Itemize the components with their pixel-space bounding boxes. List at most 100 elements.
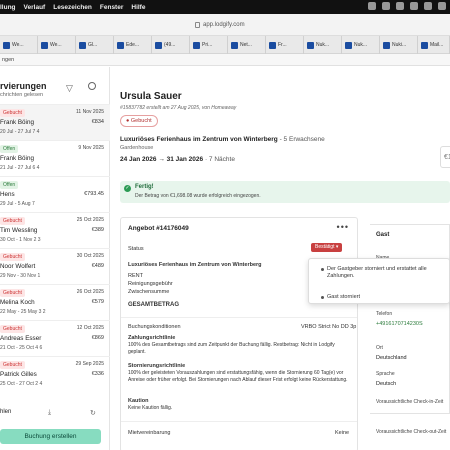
- create-booking-button[interactable]: Buchung erstellen: [0, 429, 101, 444]
- item-meta: 21 Jul - 27 Jul 6 4: [0, 165, 40, 171]
- list-footer: hlen ⤓ ↻: [0, 407, 110, 421]
- success-text: Der Betrag von €1,698.08 wurde erfolgrei…: [135, 193, 261, 199]
- language-value: Deutsch: [376, 381, 397, 387]
- item-price: €869: [91, 335, 104, 341]
- browser-tab[interactable]: (49...: [152, 36, 190, 54]
- language-label: Sprache: [376, 371, 395, 377]
- city-value: Deutschland: [376, 355, 407, 361]
- menu-item[interactable]: Verlauf: [24, 4, 46, 11]
- reservation-item[interactable]: Offen 9 Nov 2025 Frank Böing 21 Jul - 27…: [0, 140, 110, 176]
- refresh-icon[interactable]: ↻: [90, 409, 96, 417]
- search-icon[interactable]: [88, 82, 96, 90]
- reservation-item[interactable]: Gebucht 26 Oct 2025 Melina Koch €579 22 …: [0, 284, 110, 320]
- status-icon[interactable]: [368, 2, 376, 10]
- status-dropdown[interactable]: Bestätigt ▾: [311, 243, 343, 252]
- reservation-item[interactable]: Gebucht 11 Nov 2025 Frank Böing €834 20 …: [0, 104, 110, 140]
- item-price: €489: [91, 263, 104, 269]
- browser-tab[interactable]: Nuki...: [380, 36, 418, 54]
- url-text: app.lodgify.com: [203, 22, 245, 28]
- browser-tab[interactable]: Fr...: [266, 36, 304, 54]
- bullet-icon: [321, 268, 324, 271]
- browser-tabs: We... We... Gl... Ede... (49... Pri... N…: [0, 36, 450, 54]
- cancellation-section: Stornierungsrichtlinie 100% der geleistet…: [128, 363, 348, 383]
- browser-tab[interactable]: Nuk...: [342, 36, 380, 54]
- favicon-icon: [383, 41, 390, 49]
- app-window: llung Verlauf Lesezeichen Fenster Hilfe …: [0, 0, 450, 450]
- status-icon[interactable]: [438, 2, 446, 10]
- guest-name: Noor Wolfert: [0, 263, 36, 270]
- browser-tab[interactable]: Mail...: [418, 36, 450, 54]
- guest-name: Andreas Esser: [0, 335, 42, 342]
- phone-value[interactable]: +4916170714230S: [376, 321, 423, 327]
- cleaning-label: Reinigungsgebühr: [128, 281, 173, 287]
- menu-item[interactable]: llung: [0, 4, 16, 11]
- guest-name: Hens: [0, 191, 15, 198]
- favicon-icon: [79, 41, 86, 49]
- rent-label: RENT: [128, 273, 143, 279]
- download-icon[interactable]: ⤓: [48, 409, 51, 417]
- browser-tab[interactable]: We...: [38, 36, 76, 54]
- browser-tab[interactable]: Nuk...: [304, 36, 342, 54]
- footer-label[interactable]: hlen: [0, 409, 11, 415]
- item-meta: 20 Jul - 27 Jul 7 4: [0, 129, 40, 135]
- filter-icon[interactable]: ▽: [66, 83, 73, 94]
- phone-label: Telefon: [376, 311, 393, 317]
- item-meta: 25 Oct - 27 Oct 2 4: [0, 381, 43, 387]
- menu-item[interactable]: Hilfe: [131, 4, 145, 11]
- status-icon[interactable]: [382, 2, 390, 10]
- item-price: €389: [91, 227, 104, 233]
- city-label: Ort: [376, 345, 383, 351]
- option-guest-cancels[interactable]: Gast storniert: [321, 294, 360, 301]
- reservation-item[interactable]: Gebucht 29 Sep 2025 Patrick Gilles €336 …: [0, 356, 110, 392]
- reservation-item[interactable]: Gebucht 25 Oct 2025 Tim Wessling €389 30…: [0, 212, 110, 248]
- status-badge: Gebucht: [0, 361, 25, 369]
- status-icon[interactable]: [396, 2, 404, 10]
- total-label: GESAMTBETRAG: [128, 302, 179, 308]
- menu-item[interactable]: Lesezeichen: [53, 4, 92, 11]
- guest-card: Gast Name Telefon +4916170714230S Ort De…: [370, 224, 450, 414]
- guest-card-title: Gast: [376, 232, 390, 238]
- offer-title: Angebot #14176049: [128, 225, 189, 232]
- option-host-cancels[interactable]: Der Gastgeber storniert und erstattet al…: [321, 266, 442, 280]
- status-icon[interactable]: [410, 2, 418, 10]
- status-pill[interactable]: ● Gebucht: [120, 115, 158, 127]
- browser-toolbar: app.lodgify.com: [0, 14, 450, 36]
- reservation-list: Gebucht 11 Nov 2025 Frank Böing €834 20 …: [0, 104, 110, 392]
- status-badge: Gebucht: [0, 289, 25, 297]
- browser-tab[interactable]: Ede...: [114, 36, 152, 54]
- guest-name: Melina Koch: [0, 299, 35, 306]
- item-price: €579: [91, 299, 104, 305]
- item-meta: 29 Nov - 30 Nov 1: [0, 273, 41, 279]
- item-meta: 22 May - 25 May 3 2: [0, 309, 46, 315]
- reservations-subtitle: chrichten gelesen: [0, 92, 44, 98]
- menu-item[interactable]: Fenster: [100, 4, 123, 11]
- browser-tab[interactable]: Pri...: [190, 36, 228, 54]
- conditions-value: VRBO Strict No DD 3p: [301, 324, 357, 330]
- more-icon[interactable]: •••: [337, 222, 349, 232]
- property-name: Luxuriöses Ferienhaus im Zentrum von Win…: [120, 136, 325, 143]
- stay-dates: 24 Jan 2026 → 31 Jan 2026 · 7 Nächte: [120, 156, 235, 163]
- reservation-item[interactable]: Gebucht 12 Oct 2025 Andreas Esser €869 2…: [0, 320, 110, 356]
- rental-agreement-value: Keine: [335, 430, 350, 436]
- guest-name: Patrick Gilles: [0, 371, 37, 378]
- item-date: 30 Oct 2025: [76, 253, 104, 259]
- success-title: Fertig!: [135, 184, 154, 190]
- favicon-icon: [269, 41, 276, 49]
- status-icon[interactable]: [424, 2, 432, 10]
- checkout-label: Voraussichtliche Check-out-Zeit: [376, 429, 447, 435]
- browser-tab[interactable]: Net...: [228, 36, 266, 54]
- bookmarks-bar: ngen: [0, 54, 450, 66]
- unit-name: Gardenhouse: [120, 145, 154, 151]
- favicon-icon: [345, 41, 352, 49]
- bullet-icon: [321, 296, 324, 299]
- booking-id: #15837782 erstellt am 27 Aug 2025, von H…: [120, 105, 237, 111]
- reservations-header: rvierungen chrichten gelesen ▽: [0, 77, 110, 101]
- bookmark-label[interactable]: ngen: [2, 57, 14, 63]
- favicon-icon: [41, 41, 48, 49]
- reservation-item[interactable]: Offen Hens €793.45 29 Jul - 5 Aug 7: [0, 176, 110, 212]
- reservation-item[interactable]: Gebucht 30 Oct 2025 Noor Wolfert €489 29…: [0, 248, 110, 284]
- browser-tab[interactable]: We...: [0, 36, 38, 54]
- browser-tab[interactable]: Gl...: [76, 36, 114, 54]
- address-bar[interactable]: app.lodgify.com: [195, 19, 285, 31]
- guest-name-title: Ursula Sauer: [120, 91, 182, 102]
